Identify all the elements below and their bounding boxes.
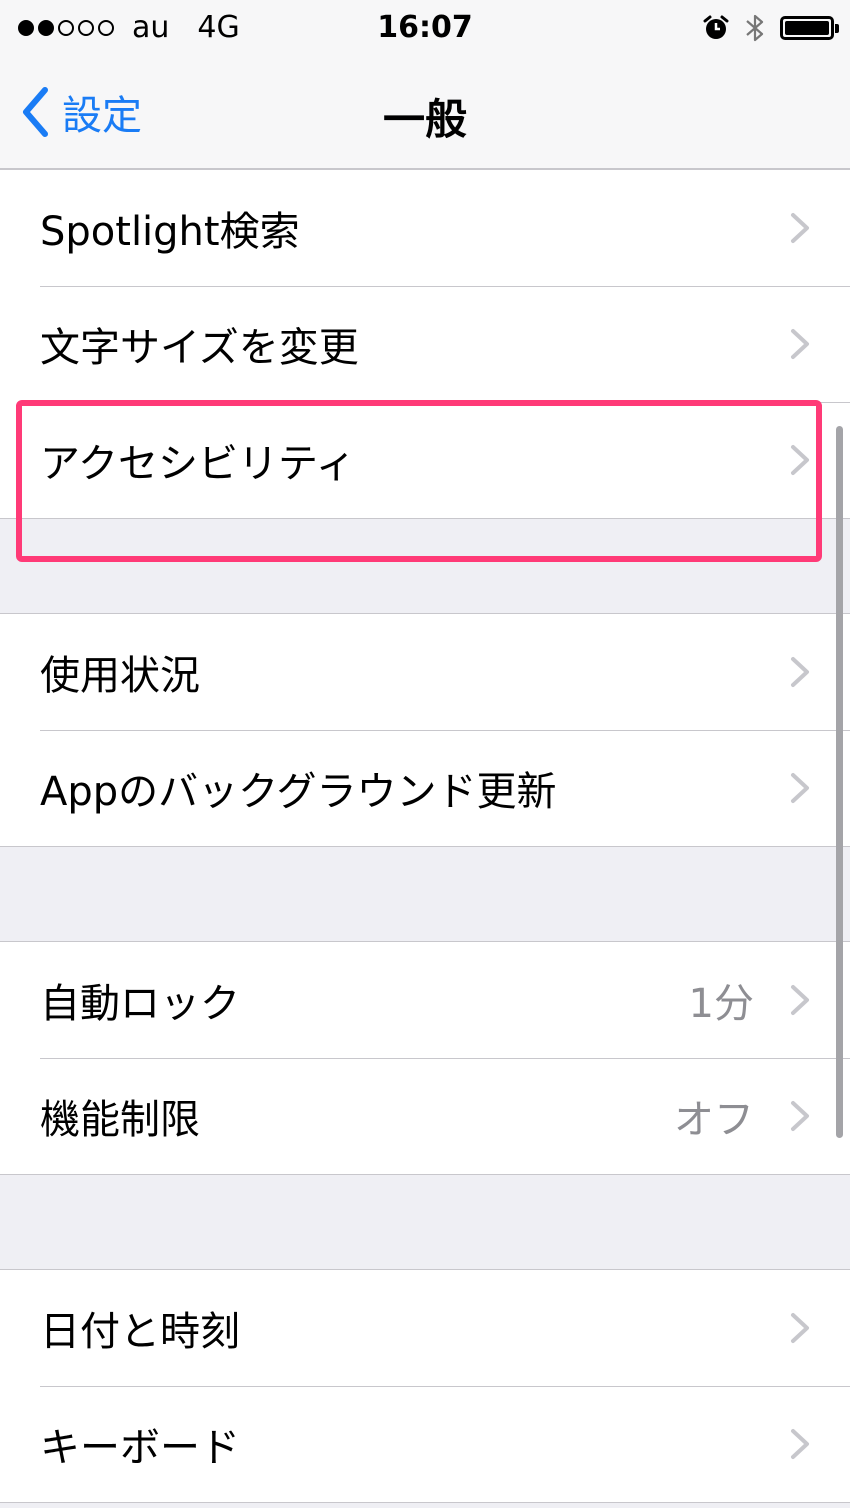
row-label: 日付と時刻 (40, 1309, 240, 1355)
row-label: 文字サイズを変更 (40, 325, 359, 371)
chevron-right-icon (791, 1101, 809, 1131)
settings-list: Spotlight検索 文字サイズを変更 アクセシビリティ 使用状況 Appのバ… (0, 170, 850, 1503)
settings-row-text-size[interactable]: 文字サイズを変更 (0, 286, 850, 402)
chevron-right-icon (791, 329, 809, 359)
page-title: 一般 (382, 95, 467, 144)
row-label: Appのバックグラウンド更新 (40, 769, 557, 815)
alarm-icon (703, 15, 729, 39)
row-value: 1分 (688, 981, 754, 1027)
row-label: Spotlight検索 (40, 209, 300, 255)
bluetooth-icon (746, 14, 764, 42)
battery-icon (780, 16, 839, 40)
row-label: 使用状況 (40, 653, 200, 699)
status-right (702, 12, 839, 44)
row-value: オフ (674, 1097, 754, 1143)
chevron-right-icon (791, 773, 809, 803)
chevron-right-icon (791, 657, 809, 687)
chevron-right-icon (791, 1313, 809, 1343)
chevron-right-icon (791, 445, 809, 475)
row-label: キーボード (40, 1425, 240, 1471)
status-bar: au 4G 16:07 (0, 0, 850, 56)
settings-row-restrictions[interactable]: 機能制限 オフ (0, 1058, 850, 1174)
settings-row-background-refresh[interactable]: Appのバックグラウンド更新 (0, 730, 850, 846)
chevron-right-icon (791, 1429, 809, 1459)
navigation-bar: 設定 一般 (0, 56, 850, 170)
settings-group: 日付と時刻 キーボード (0, 1269, 850, 1503)
settings-group: 自動ロック 1分 機能制限 オフ (0, 941, 850, 1175)
settings-row-accessibility[interactable]: アクセシビリティ (0, 402, 850, 518)
row-label: アクセシビリティ (40, 441, 356, 487)
settings-group: Spotlight検索 文字サイズを変更 アクセシビリティ (0, 170, 850, 519)
settings-row-keyboard[interactable]: キーボード (0, 1386, 850, 1502)
row-label: 自動ロック (40, 981, 240, 1027)
settings-group: 使用状況 Appのバックグラウンド更新 (0, 613, 850, 847)
settings-row-usage[interactable]: 使用状況 (0, 614, 850, 730)
chevron-right-icon (791, 985, 809, 1015)
chevron-right-icon (791, 213, 809, 243)
scroll-indicator[interactable] (836, 426, 843, 1138)
row-label: 機能制限 (40, 1097, 200, 1143)
settings-row-auto-lock[interactable]: 自動ロック 1分 (0, 942, 850, 1058)
settings-row-date-time[interactable]: 日付と時刻 (0, 1270, 850, 1386)
settings-row-spotlight[interactable]: Spotlight検索 (0, 170, 850, 286)
